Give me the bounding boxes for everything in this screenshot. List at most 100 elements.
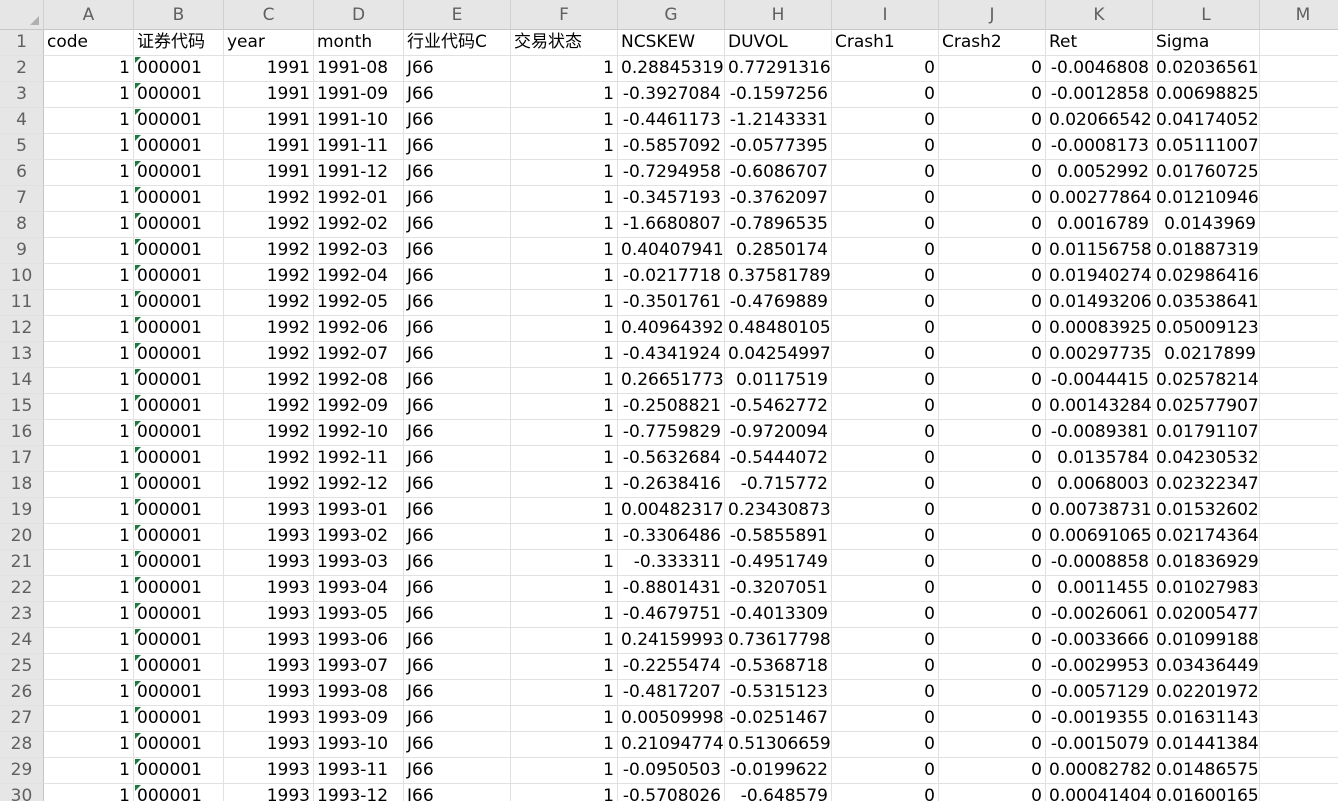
table-cell[interactable]: 1992-05 <box>314 290 404 316</box>
row-header[interactable]: 17 <box>0 446 44 472</box>
table-cell[interactable]: 1 <box>511 368 618 394</box>
table-cell[interactable] <box>1260 732 1338 758</box>
table-cell[interactable]: 0 <box>939 186 1046 212</box>
table-cell[interactable]: 0.0135784 <box>1046 446 1153 472</box>
table-cell[interactable]: 1 <box>511 784 618 801</box>
table-cell[interactable]: 000001 <box>134 368 224 394</box>
table-cell[interactable]: -0.0008858 <box>1046 550 1153 576</box>
table-cell[interactable]: 1 <box>44 264 134 290</box>
table-cell[interactable]: 1993-07 <box>314 654 404 680</box>
table-cell[interactable]: 0 <box>939 784 1046 801</box>
table-cell[interactable]: 000001 <box>134 160 224 186</box>
table-cell[interactable]: 1 <box>511 186 618 212</box>
table-cell[interactable]: 0 <box>832 784 939 801</box>
table-cell[interactable]: J66 <box>404 524 511 550</box>
table-cell[interactable] <box>1260 680 1338 706</box>
table-cell[interactable]: 1 <box>511 446 618 472</box>
table-cell[interactable]: 1 <box>44 472 134 498</box>
row-header[interactable]: 22 <box>0 576 44 602</box>
table-cell[interactable]: 000001 <box>134 472 224 498</box>
table-cell[interactable]: 1992-07 <box>314 342 404 368</box>
table-cell[interactable]: -0.7896535 <box>725 212 832 238</box>
table-cell[interactable]: 1991-11 <box>314 134 404 160</box>
table-cell[interactable]: -1.2143331 <box>725 108 832 134</box>
table-cell[interactable]: 0.04230532 <box>1153 446 1260 472</box>
table-cell[interactable]: -0.333311 <box>618 550 725 576</box>
table-cell[interactable]: J66 <box>404 550 511 576</box>
table-cell[interactable] <box>1260 290 1338 316</box>
row-header[interactable]: 4 <box>0 108 44 134</box>
table-cell[interactable]: 1 <box>44 576 134 602</box>
table-cell[interactable]: J66 <box>404 602 511 628</box>
table-cell[interactable]: -0.0044415 <box>1046 368 1153 394</box>
table-cell[interactable]: 0.01760725 <box>1153 160 1260 186</box>
table-cell[interactable] <box>1260 602 1338 628</box>
table-cell[interactable]: 000001 <box>134 238 224 264</box>
row-header[interactable]: 26 <box>0 680 44 706</box>
table-cell[interactable]: 1992 <box>224 446 314 472</box>
table-cell[interactable]: 0 <box>832 238 939 264</box>
table-cell[interactable]: -0.9720094 <box>725 420 832 446</box>
table-cell[interactable]: 000001 <box>134 706 224 732</box>
table-cell[interactable]: 1992-04 <box>314 264 404 290</box>
table-cell[interactable]: -0.715772 <box>725 472 832 498</box>
table-cell[interactable]: 0 <box>939 56 1046 82</box>
table-cell[interactable] <box>1260 342 1338 368</box>
table-cell[interactable]: 1 <box>511 732 618 758</box>
table-cell[interactable]: -0.0012858 <box>1046 82 1153 108</box>
table-cell[interactable]: -0.4679751 <box>618 602 725 628</box>
table-cell[interactable]: 000001 <box>134 316 224 342</box>
table-cell[interactable]: 1992 <box>224 420 314 446</box>
table-cell[interactable]: 1 <box>511 654 618 680</box>
table-cell[interactable]: 0 <box>832 472 939 498</box>
table-cell[interactable]: 0.00482317 <box>618 498 725 524</box>
table-cell[interactable]: 0.00698825 <box>1153 82 1260 108</box>
field-header-cell[interactable]: 交易状态 <box>511 30 618 56</box>
table-cell[interactable]: 1993-04 <box>314 576 404 602</box>
table-cell[interactable]: 1 <box>44 316 134 342</box>
row-header[interactable]: 25 <box>0 654 44 680</box>
table-cell[interactable]: 1993 <box>224 758 314 784</box>
table-cell[interactable]: -0.0251467 <box>725 706 832 732</box>
table-cell[interactable]: 1993-03 <box>314 550 404 576</box>
table-cell[interactable]: 0 <box>939 628 1046 654</box>
table-cell[interactable]: 1 <box>44 420 134 446</box>
table-cell[interactable]: 000001 <box>134 602 224 628</box>
field-header-cell[interactable]: Crash1 <box>832 30 939 56</box>
table-cell[interactable]: -0.4817207 <box>618 680 725 706</box>
table-cell[interactable]: 000001 <box>134 758 224 784</box>
table-cell[interactable]: -0.3762097 <box>725 186 832 212</box>
table-cell[interactable]: 0.37581789 <box>725 264 832 290</box>
table-cell[interactable] <box>1260 524 1338 550</box>
row-header[interactable]: 15 <box>0 394 44 420</box>
table-cell[interactable]: 1992-02 <box>314 212 404 238</box>
column-header-j[interactable]: J <box>939 0 1046 30</box>
table-cell[interactable]: -0.648579 <box>725 784 832 801</box>
table-cell[interactable]: 0 <box>832 186 939 212</box>
table-cell[interactable]: J66 <box>404 680 511 706</box>
table-cell[interactable]: 0.01099188 <box>1153 628 1260 654</box>
table-cell[interactable]: 0.0016789 <box>1046 212 1153 238</box>
table-cell[interactable]: 1 <box>511 56 618 82</box>
table-cell[interactable]: 1993-02 <box>314 524 404 550</box>
table-cell[interactable]: 0 <box>939 342 1046 368</box>
table-cell[interactable]: 0.02174364 <box>1153 524 1260 550</box>
table-cell[interactable]: 1992 <box>224 394 314 420</box>
table-cell[interactable]: 1993 <box>224 784 314 801</box>
table-cell[interactable]: 1993 <box>224 602 314 628</box>
table-cell[interactable]: 1993 <box>224 628 314 654</box>
table-cell[interactable]: 1 <box>511 524 618 550</box>
table-cell[interactable]: 0.00082782 <box>1046 758 1153 784</box>
row-header[interactable]: 13 <box>0 342 44 368</box>
table-cell[interactable]: 1 <box>44 238 134 264</box>
column-header-l[interactable]: L <box>1153 0 1260 30</box>
table-cell[interactable] <box>1260 212 1338 238</box>
table-cell[interactable]: 000001 <box>134 394 224 420</box>
column-header-d[interactable]: D <box>314 0 404 30</box>
table-cell[interactable]: -0.4013309 <box>725 602 832 628</box>
table-cell[interactable]: 1 <box>511 212 618 238</box>
table-cell[interactable]: 0 <box>832 524 939 550</box>
table-cell[interactable]: 1 <box>511 602 618 628</box>
table-cell[interactable] <box>1260 498 1338 524</box>
table-cell[interactable] <box>1260 758 1338 784</box>
